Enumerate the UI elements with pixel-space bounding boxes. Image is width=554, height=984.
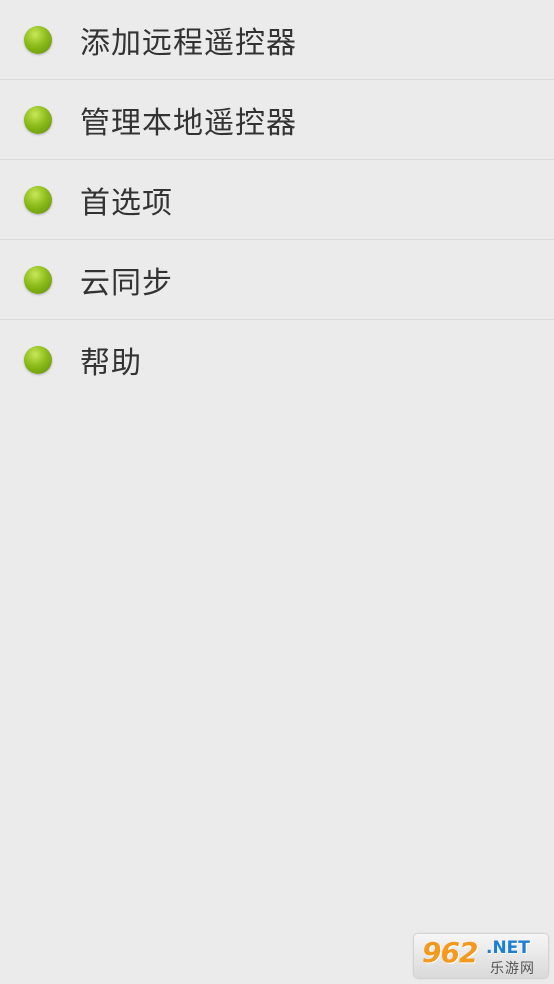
menu-item-manage-local[interactable]: 管理本地遥控器: [0, 80, 554, 160]
watermark-number: 962: [422, 936, 478, 969]
watermark-logo: 962 .NET 乐游网: [414, 934, 548, 978]
green-dot-icon: [24, 105, 52, 134]
menu-item-label: 首选项: [80, 185, 173, 221]
menu-item-label: 云同步: [80, 265, 173, 301]
menu-item-label: 管理本地遥控器: [80, 105, 297, 141]
menu-item-preferences[interactable]: 首选项: [0, 160, 554, 240]
menu-item-help[interactable]: 帮助: [0, 320, 554, 400]
menu-item-cloud-sync[interactable]: 云同步: [0, 240, 554, 320]
menu-item-label: 帮助: [80, 346, 142, 381]
watermark-chinese: 乐游网: [490, 961, 535, 977]
menu-item-label: 添加远程遥控器: [80, 25, 297, 61]
menu-list: 添加远程遥控器 管理本地遥控器 首选项 云同步 帮助: [0, 0, 554, 400]
menu-item-add-remote[interactable]: 添加远程遥控器: [0, 0, 554, 80]
green-dot-icon: [24, 25, 52, 54]
green-dot-icon: [24, 265, 52, 294]
watermark-domain: .NET: [486, 938, 530, 958]
green-dot-icon: [24, 346, 52, 374]
green-dot-icon: [24, 185, 52, 214]
